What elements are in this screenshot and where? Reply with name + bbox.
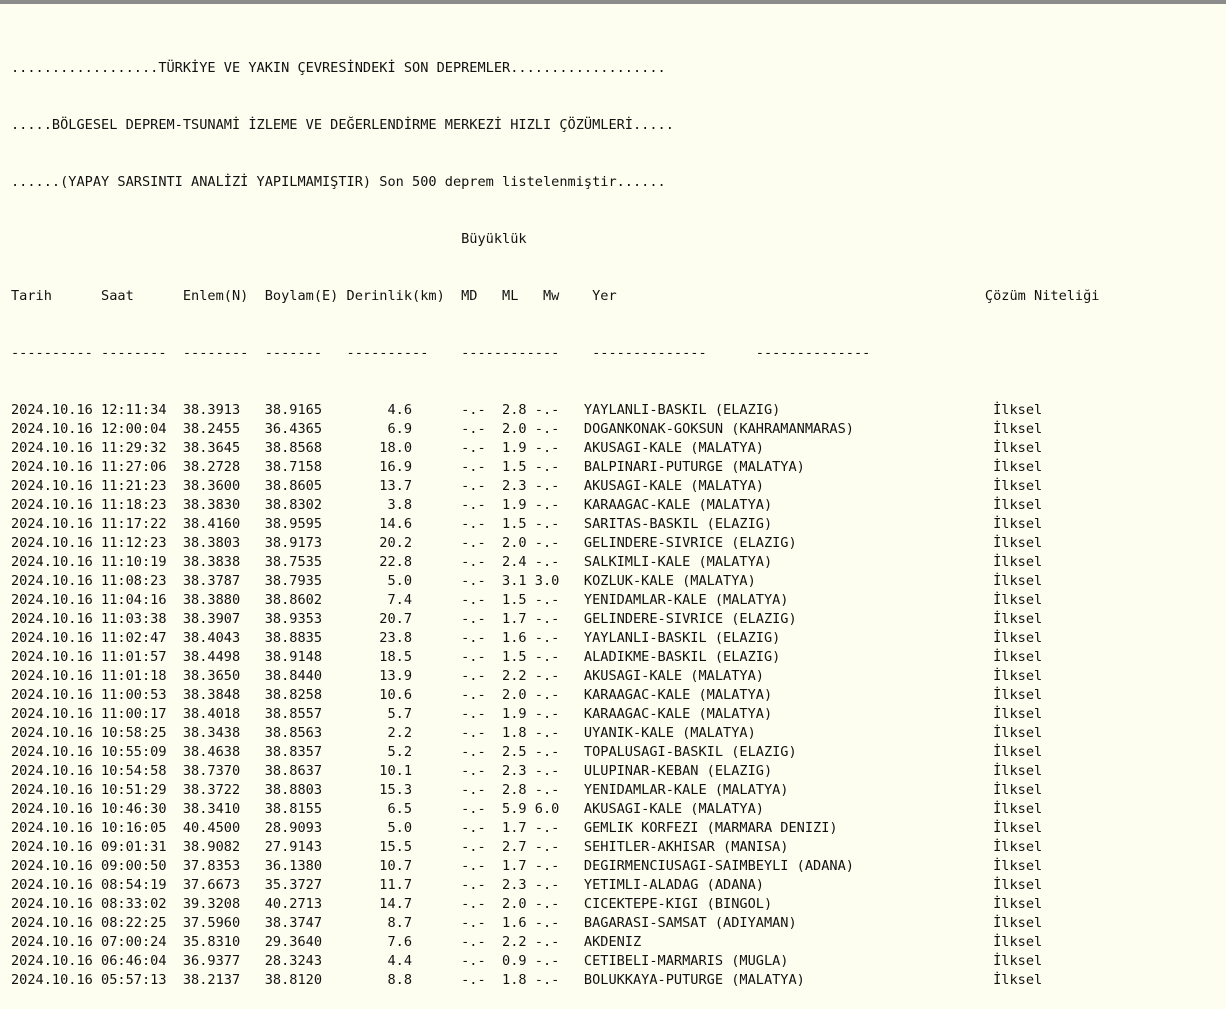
table-row: 2024.10.16 10:51:29 38.3722 38.8803 15.3… <box>11 782 1043 798</box>
table-row: 2024.10.16 11:12:23 38.3803 38.9173 20.2… <box>11 535 1043 551</box>
magnitude-group-header: Büyüklük <box>11 231 527 247</box>
table-row: 2024.10.16 11:00:17 38.4018 38.8557 5.7 … <box>11 706 1043 722</box>
table-row: 2024.10.16 08:33:02 39.3208 40.2713 14.7… <box>11 896 1043 912</box>
table-row: 2024.10.16 10:55:09 38.4638 38.8357 5.2 … <box>11 744 1043 760</box>
table-row: 2024.10.16 11:01:18 38.3650 38.8440 13.9… <box>11 668 1043 684</box>
header-title: ..................TÜRKİYE VE YAKIN ÇEVRE… <box>11 60 666 76</box>
table-row: 2024.10.16 10:46:30 38.3410 38.8155 6.5 … <box>11 801 1043 817</box>
table-row: 2024.10.16 12:00:04 38.2455 36.4365 6.9 … <box>11 421 1043 437</box>
table-row: 2024.10.16 11:21:23 38.3600 38.8605 13.7… <box>11 478 1043 494</box>
table-row: 2024.10.16 11:02:47 38.4043 38.8835 23.8… <box>11 630 1043 646</box>
table-row: 2024.10.16 05:57:13 38.2137 38.8120 8.8 … <box>11 972 1043 988</box>
table-row: 2024.10.16 06:46:04 36.9377 28.3243 4.4 … <box>11 953 1043 969</box>
table-row: 2024.10.16 11:18:23 38.3830 38.8302 3.8 … <box>11 497 1043 513</box>
table-row: 2024.10.16 11:04:16 38.3880 38.8602 7.4 … <box>11 592 1043 608</box>
table-row: 2024.10.16 09:00:50 37.8353 36.1380 10.7… <box>11 858 1043 874</box>
table-row: 2024.10.16 10:58:25 38.3438 38.8563 2.2 … <box>11 725 1043 741</box>
table-row: 2024.10.16 11:29:32 38.3645 38.8568 18.0… <box>11 440 1043 456</box>
table-row: 2024.10.16 11:03:38 38.3907 38.9353 20.7… <box>11 611 1043 627</box>
earthquake-listing: ..................TÜRKİYE VE YAKIN ÇEVRE… <box>11 21 1100 1009</box>
column-underlines: ---------- -------- -------- ------- ---… <box>11 345 871 361</box>
table-row: 2024.10.16 08:22:25 37.5960 38.3747 8.7 … <box>11 915 1043 931</box>
column-headers: Tarih Saat Enlem(N) Boylam(E) Derinlik(k… <box>11 288 1100 304</box>
table-row: 2024.10.16 09:01:31 38.9082 27.9143 15.5… <box>11 839 1043 855</box>
table-row: 2024.10.16 11:01:57 38.4498 38.9148 18.5… <box>11 649 1043 665</box>
table-row: 2024.10.16 12:11:34 38.3913 38.9165 4.6 … <box>11 402 1043 418</box>
header-note: ......(YAPAY SARSINTI ANALİZİ YAPILMAMIŞ… <box>11 174 666 190</box>
earthquake-rows: 2024.10.16 12:11:34 38.3913 38.9165 4.6 … <box>11 401 1100 990</box>
table-row: 2024.10.16 11:08:23 38.3787 38.7935 5.0 … <box>11 573 1043 589</box>
table-row: 2024.10.16 11:00:53 38.3848 38.8258 10.6… <box>11 687 1043 703</box>
table-row: 2024.10.16 08:54:19 37.6673 35.3727 11.7… <box>11 877 1043 893</box>
table-row: 2024.10.16 11:10:19 38.3838 38.7535 22.8… <box>11 554 1043 570</box>
table-row: 2024.10.16 11:17:22 38.4160 38.9595 14.6… <box>11 516 1043 532</box>
table-row: 2024.10.16 10:16:05 40.4500 28.9093 5.0 … <box>11 820 1043 836</box>
header-subtitle: .....BÖLGESEL DEPREM-TSUNAMİ İZLEME VE D… <box>11 117 674 133</box>
table-row: 2024.10.16 10:54:58 38.7370 38.8637 10.1… <box>11 763 1043 779</box>
top-border <box>0 0 1226 4</box>
table-row: 2024.10.16 07:00:24 35.8310 29.3640 7.6 … <box>11 934 1043 950</box>
table-row: 2024.10.16 11:27:06 38.2728 38.7158 16.9… <box>11 459 1043 475</box>
